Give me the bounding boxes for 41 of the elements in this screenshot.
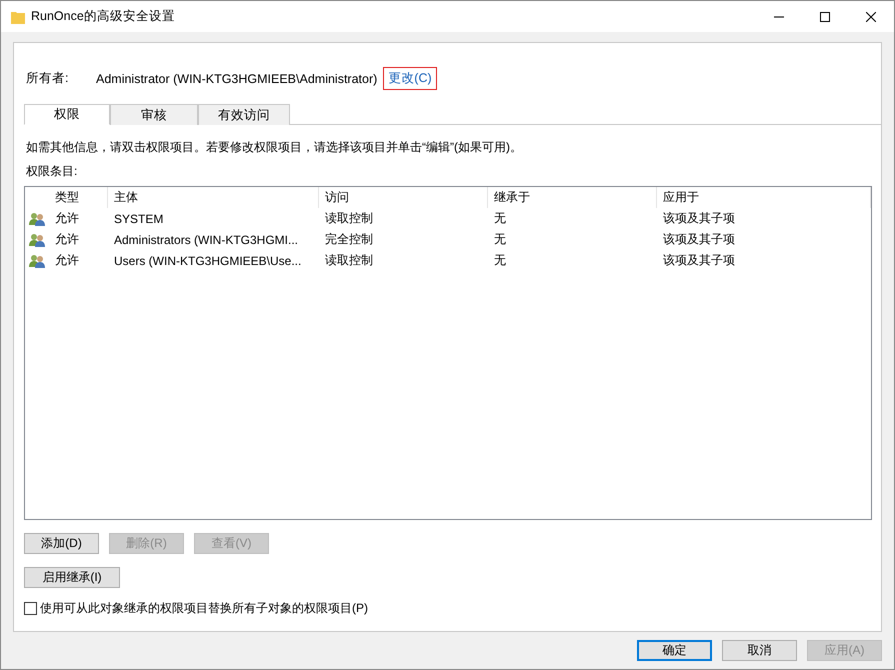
list-label: 权限条目: bbox=[25, 163, 78, 180]
table-cell-text: Users (WIN-KTG3HGMIEEB\Use... bbox=[113, 254, 302, 268]
change-owner-link[interactable]: 更改(C) bbox=[383, 67, 437, 90]
dialog-button[interactable]: 确定 bbox=[637, 640, 712, 661]
column-header[interactable]: 主体 bbox=[108, 187, 319, 208]
table-cell-text: 读取控制 bbox=[324, 252, 374, 269]
table-cell-text: 完全控制 bbox=[324, 231, 374, 248]
users-icon bbox=[29, 212, 45, 226]
entry-button[interactable]: 添加(D) bbox=[24, 533, 99, 554]
tab[interactable]: 有效访问 bbox=[198, 104, 290, 125]
column-header[interactable]: 类型 bbox=[49, 187, 108, 208]
table-cell-text: 无 bbox=[493, 210, 507, 227]
checkbox[interactable] bbox=[24, 602, 37, 615]
table-cell-text: 允许 bbox=[54, 231, 80, 248]
table-cell-text: 无 bbox=[493, 252, 507, 269]
table-cell-text: SYSTEM bbox=[113, 212, 164, 226]
owner-label: 所有者: bbox=[26, 70, 70, 87]
column-header[interactable]: 应用于 bbox=[657, 187, 871, 208]
tab[interactable]: 审核 bbox=[110, 104, 198, 125]
checkbox-label: 使用可从此对象继承的权限项目替换所有子对象的权限项目(P) bbox=[40, 600, 368, 617]
users-icon bbox=[29, 232, 45, 246]
enable-inheritance-button[interactable]: 启用继承(I) bbox=[24, 567, 120, 588]
users-icon bbox=[29, 254, 45, 268]
table-cell-text: 该项及其子项 bbox=[662, 210, 736, 227]
maximize-icon[interactable] bbox=[820, 12, 830, 22]
table-cell-text: 无 bbox=[493, 231, 507, 248]
instruction-text: 如需其他信息，请双击权限项目。若要修改权限项目，请选择该项目并单击“编辑”(如果可用)。 bbox=[25, 139, 523, 156]
folder-icon bbox=[11, 10, 25, 24]
table-cell-text: 允许 bbox=[54, 210, 80, 227]
column-header[interactable]: 继承于 bbox=[488, 187, 657, 208]
table-cell-text: 读取控制 bbox=[324, 210, 374, 227]
window-title: RunOnce的高级安全设置 bbox=[31, 8, 176, 25]
tab[interactable]: 权限 bbox=[24, 104, 110, 125]
column-header[interactable]: 访问 bbox=[319, 187, 488, 208]
table-cell-text: 允许 bbox=[54, 252, 80, 269]
dialog-button[interactable]: 取消 bbox=[722, 640, 797, 661]
table-cell-text: Administrators (WIN-KTG3HGMI... bbox=[113, 232, 300, 246]
table-cell-text: 该项及其子项 bbox=[662, 231, 736, 248]
table-cell-text: 该项及其子项 bbox=[662, 252, 736, 269]
close-icon[interactable] bbox=[866, 12, 876, 22]
owner-name: Administrator (WIN-KTG3HGMIEEB\Administrator) bbox=[96, 72, 378, 86]
